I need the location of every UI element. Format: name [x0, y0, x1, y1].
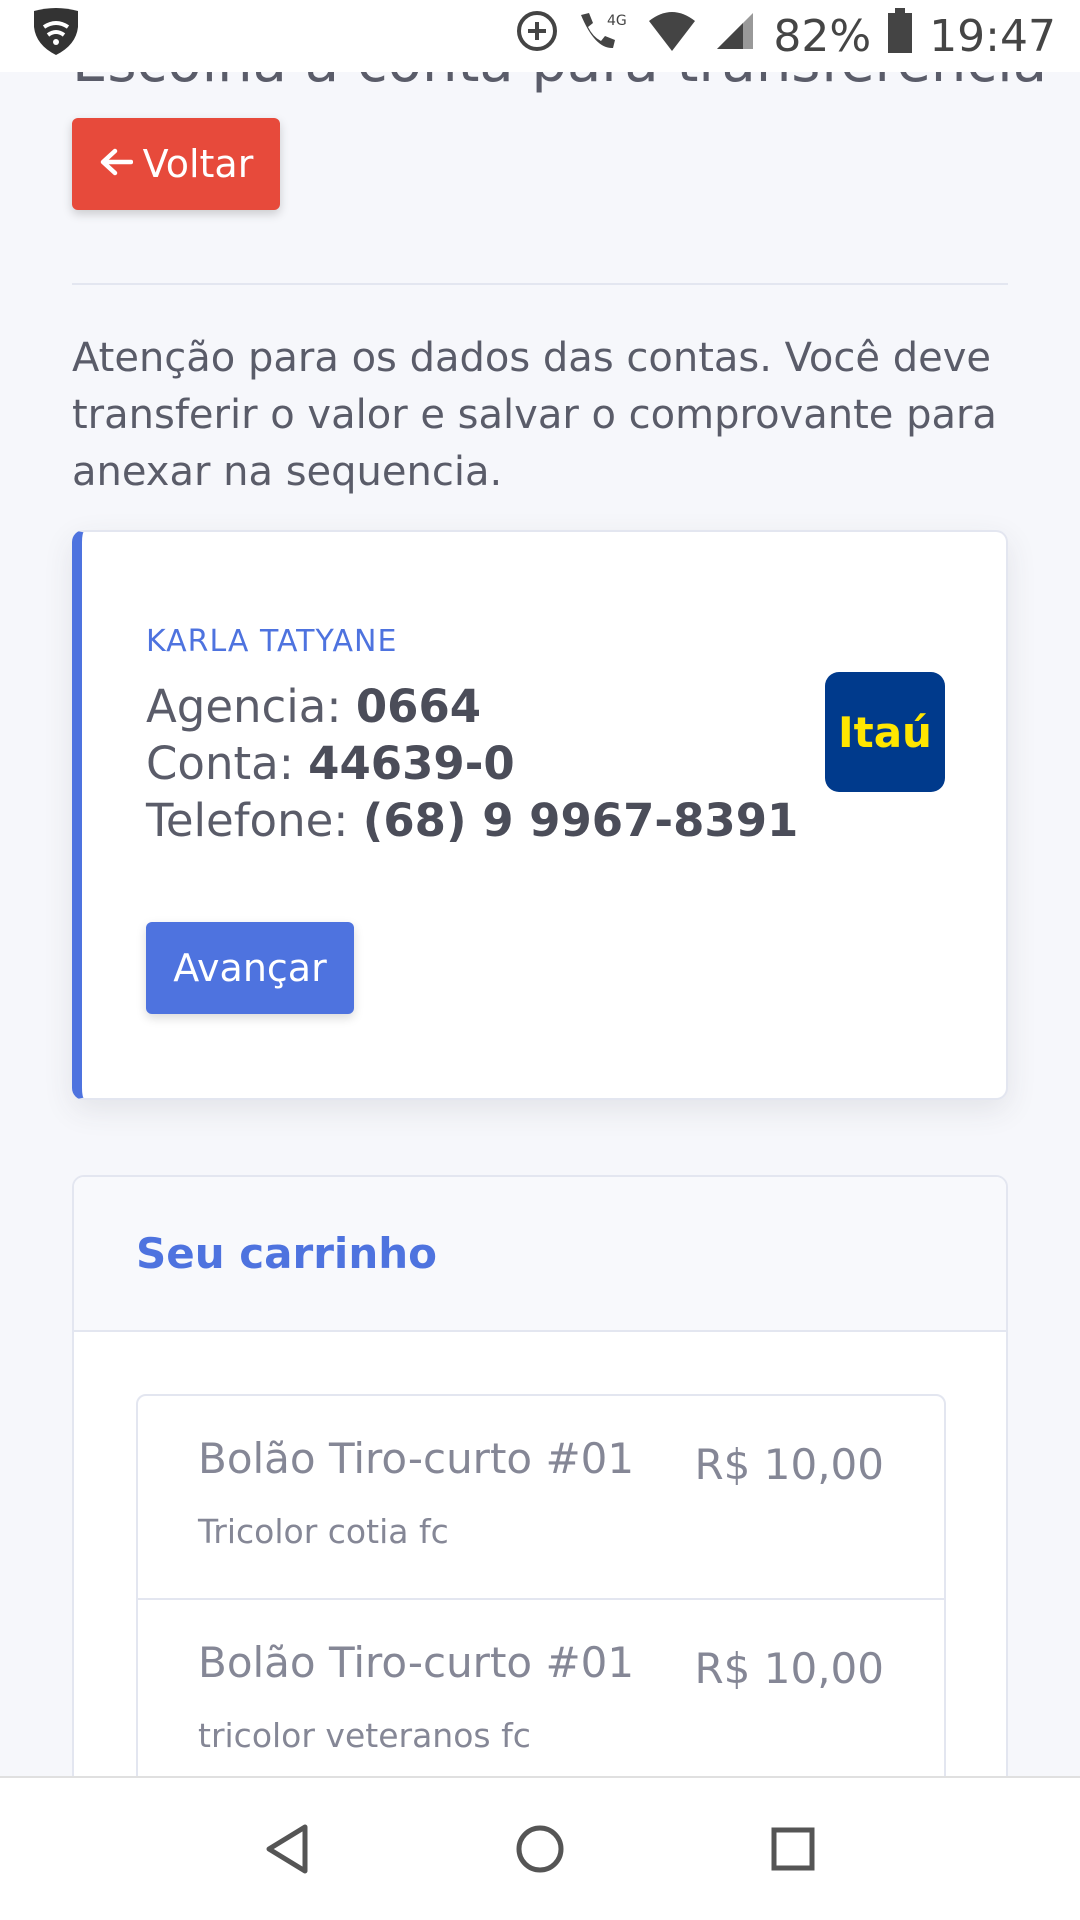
volte-call-icon: 4G [575, 9, 631, 64]
signal-icon [713, 9, 757, 64]
itau-logo: Itaú [825, 672, 945, 792]
home-circle-icon[interactable] [500, 1809, 580, 1889]
advance-button[interactable]: Avançar [146, 922, 354, 1014]
clock: 19:47 [929, 10, 1056, 62]
telefone-value: (68) 9 9967-8391 [362, 794, 799, 847]
item-price: R$ 10,00 [694, 1644, 885, 1693]
cart-item: Bolão Tiro-curto #01 R$ 10,00 tricolor v… [138, 1600, 944, 1804]
agencia-value: 0664 [355, 680, 482, 733]
item-team: tricolor veteranos fc [198, 1716, 531, 1755]
account-holder: KARLA TATYANE [146, 624, 398, 659]
item-name: Bolão Tiro-curto #01 [198, 1638, 635, 1687]
conta-line: Conta: 44639-0 [146, 737, 515, 790]
navigation-bar [0, 1776, 1080, 1920]
vpn-shield-icon [30, 5, 82, 68]
cart-header: Seu carrinho [74, 1177, 1006, 1332]
cart-list: Bolão Tiro-curto #01 R$ 10,00 Tricolor c… [136, 1394, 946, 1806]
conta-value: 44639-0 [308, 737, 515, 790]
telefone-label: Telefone: [146, 794, 349, 847]
back-button-label: Voltar [142, 142, 254, 186]
svg-text:4G: 4G [607, 13, 627, 29]
agencia-label: Agencia: [146, 680, 342, 733]
item-team: Tricolor cotia fc [198, 1512, 449, 1551]
back-button[interactable]: Voltar [72, 118, 280, 210]
back-triangle-icon[interactable] [247, 1809, 327, 1889]
account-card: KARLA TATYANE Agencia: 0664 Conta: 44639… [72, 530, 1008, 1100]
agencia-line: Agencia: 0664 [146, 680, 481, 733]
wifi-icon [647, 9, 697, 64]
recents-square-icon[interactable] [753, 1809, 833, 1889]
item-price: R$ 10,00 [694, 1440, 885, 1489]
cart-title: Seu carrinho [136, 1229, 437, 1278]
notice-text: Atenção para os dados das contas. Você d… [72, 335, 997, 495]
telefone-line: Telefone: (68) 9 9967-8391 [146, 794, 798, 847]
status-bar: 4G 82% 19:47 [0, 0, 1080, 72]
item-name: Bolão Tiro-curto #01 [198, 1434, 635, 1483]
battery-icon [887, 7, 913, 65]
data-saver-icon [515, 9, 559, 64]
arrow-left-icon [99, 141, 133, 187]
battery-percent: 82% [773, 10, 872, 62]
cart-item: Bolão Tiro-curto #01 R$ 10,00 Tricolor c… [138, 1396, 944, 1600]
conta-label: Conta: [146, 737, 294, 790]
divider [72, 283, 1008, 285]
